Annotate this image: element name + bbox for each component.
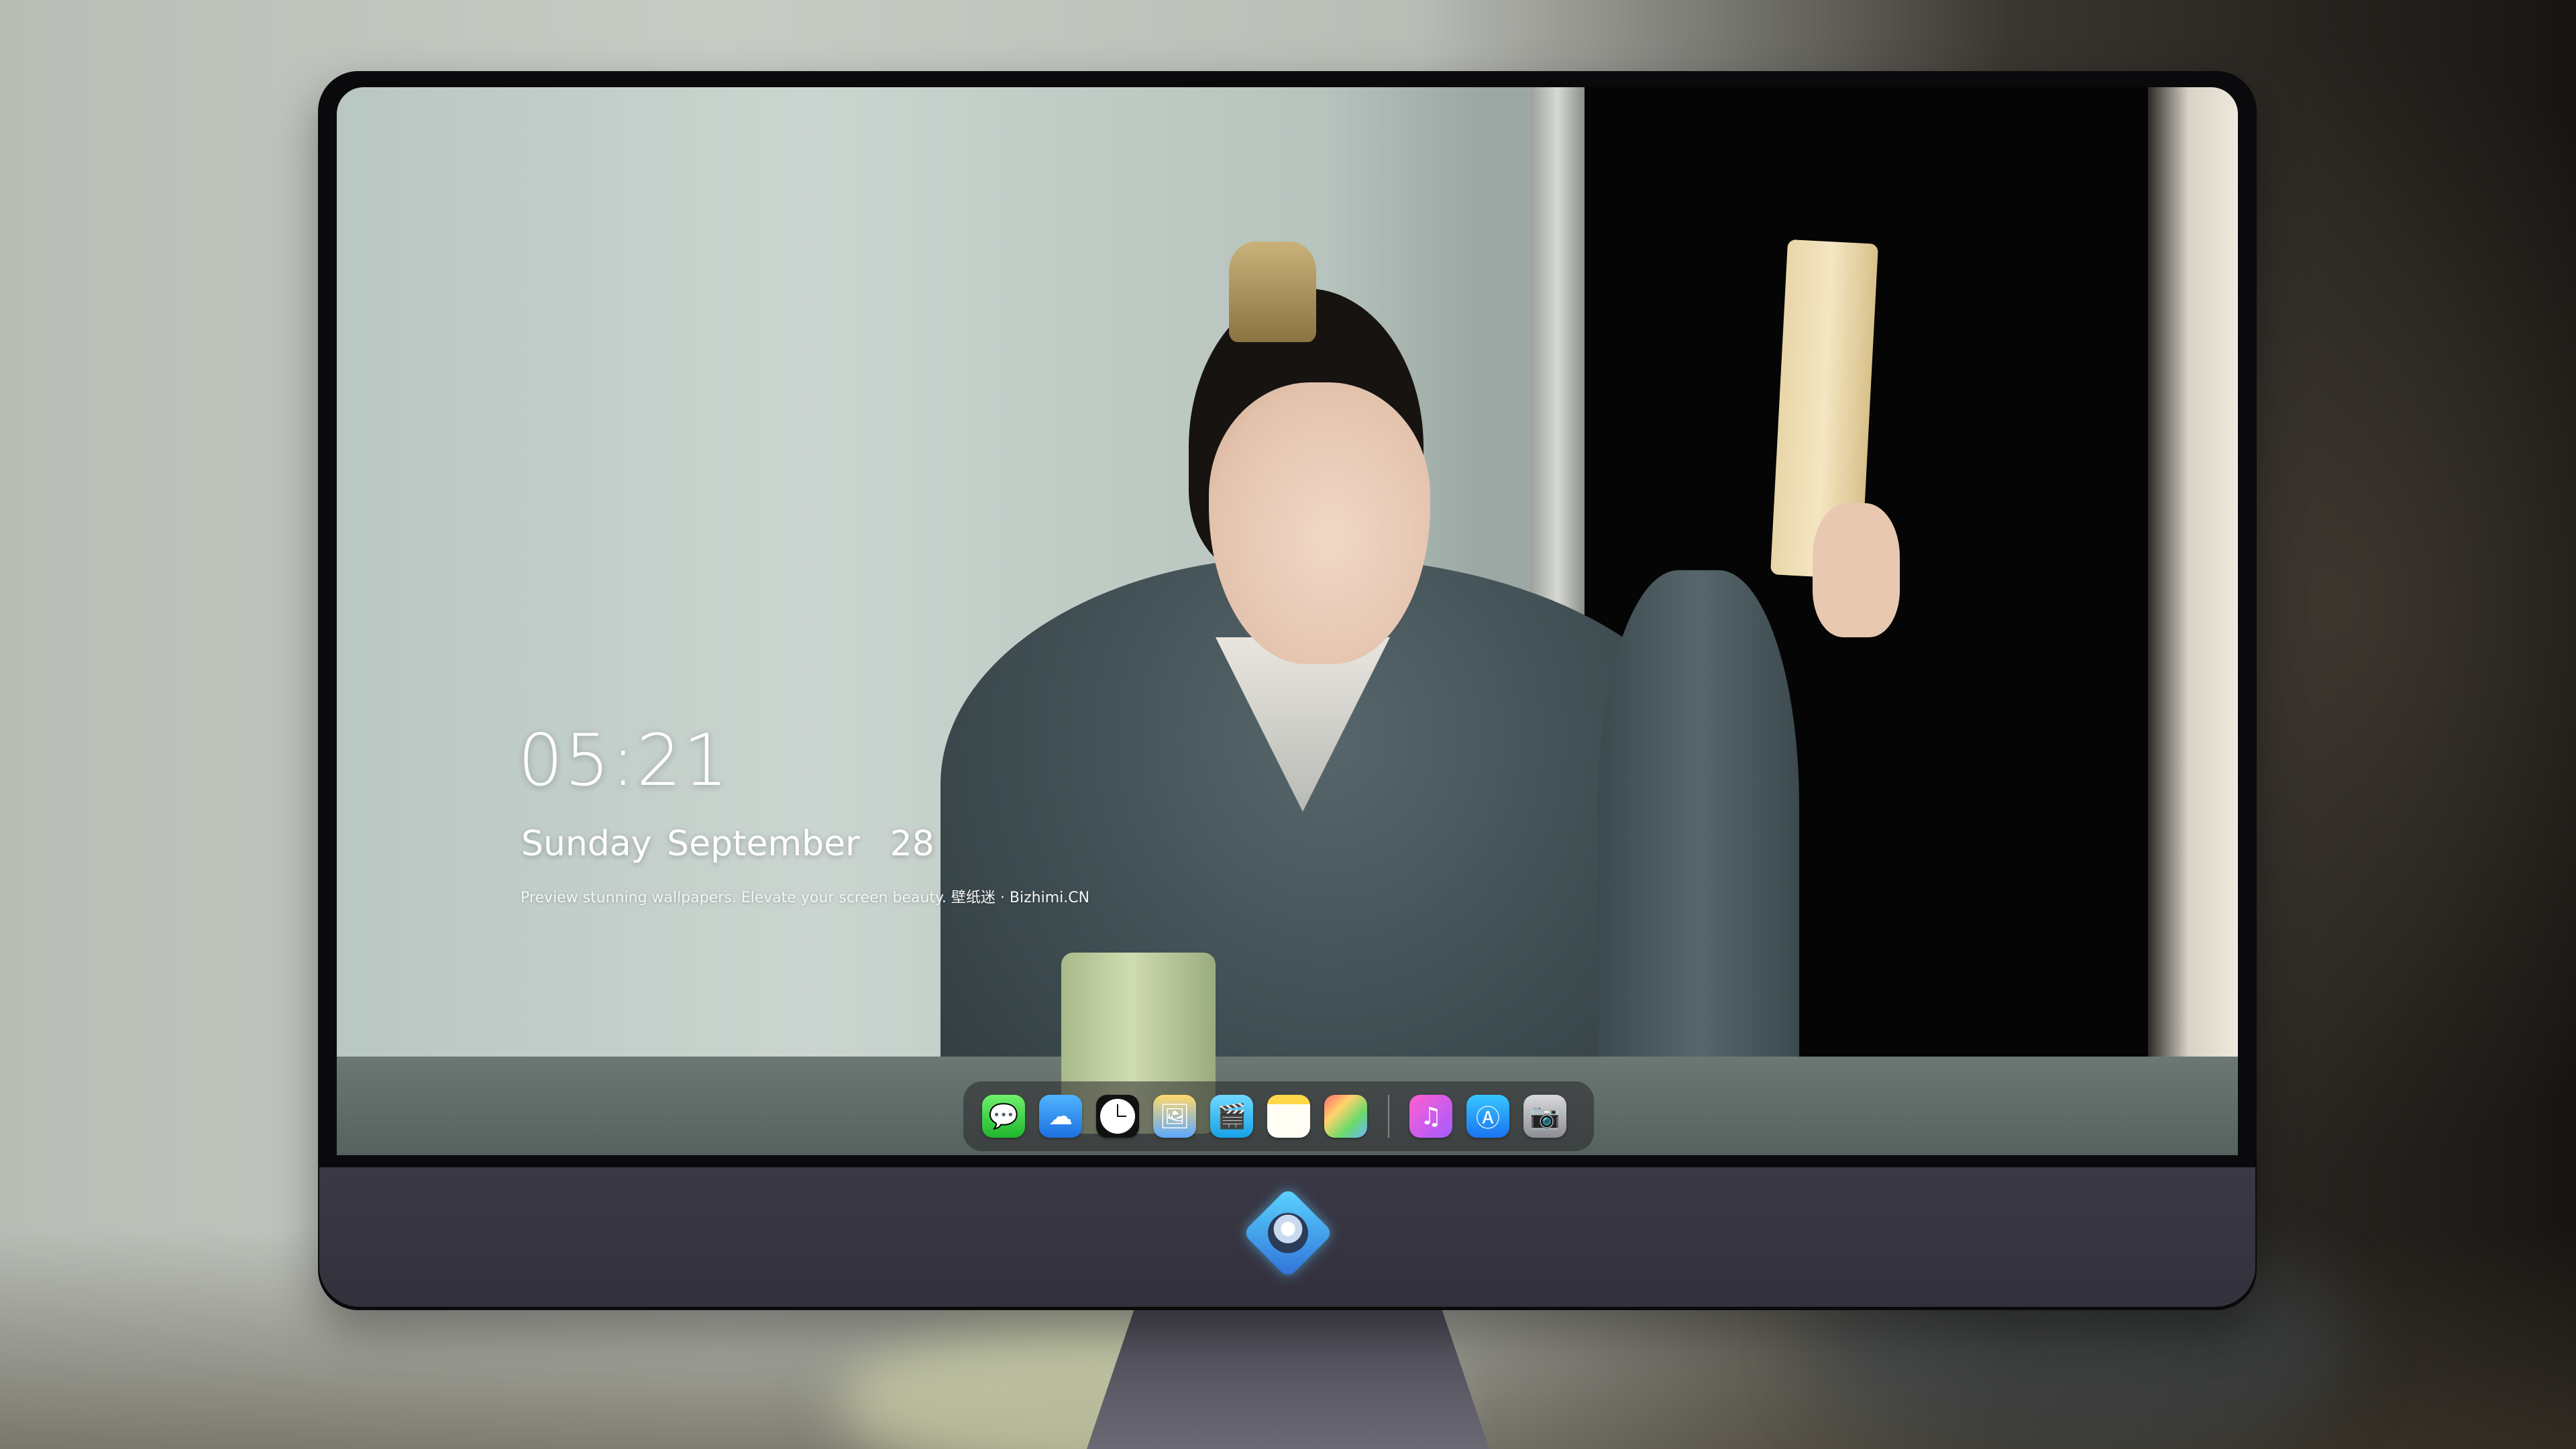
weather-glyph: ☁ — [1049, 1102, 1073, 1130]
photos-icon[interactable] — [1324, 1095, 1367, 1138]
itunes-icon[interactable]: ♫ — [1409, 1095, 1452, 1138]
preview-glyph: 🖼 — [1159, 1103, 1190, 1130]
app-store-glyph: Ⓐ — [1475, 1105, 1500, 1132]
camera-icon[interactable]: 📷 — [1523, 1095, 1566, 1138]
camera-glyph: 📷 — [1529, 1103, 1560, 1130]
dock-separator — [1388, 1095, 1389, 1138]
wallpaper-figure-hand — [1813, 503, 1900, 637]
wallpaper-figure-head — [1209, 382, 1430, 664]
monitor-stand — [1087, 1307, 1489, 1449]
desktop-screen[interactable] — [337, 87, 2238, 1155]
notes-icon[interactable] — [1267, 1095, 1310, 1138]
messages-icon[interactable]: 💬 — [982, 1095, 1025, 1138]
dock: 💬 ☁ 🖼 🎬 ♫ Ⓐ 📷 — [963, 1081, 1594, 1151]
itunes-glyph: ♫ — [1419, 1102, 1442, 1130]
wallpaper-light-stand — [1531, 87, 1585, 637]
wallpaper-figure-crown — [1229, 241, 1316, 342]
clock-face — [1100, 1099, 1135, 1134]
weather-icon[interactable]: ☁ — [1039, 1095, 1082, 1138]
app-store-icon[interactable]: Ⓐ — [1466, 1095, 1509, 1138]
lockscreen-time: 05:21 — [518, 719, 730, 802]
clips-glyph: 🎬 — [1216, 1103, 1247, 1130]
clock-icon[interactable] — [1096, 1095, 1139, 1138]
wallpaper-reflector-panel — [2148, 87, 2238, 1080]
lockscreen-tagline: Preview stunning wallpapers. Elevate you… — [521, 890, 1090, 906]
preview-icon[interactable]: 🖼 — [1153, 1095, 1196, 1138]
messages-glyph: 💬 — [988, 1103, 1019, 1130]
clips-icon[interactable]: 🎬 — [1210, 1095, 1253, 1138]
lockscreen-date: Sunday September 28 — [521, 824, 934, 864]
